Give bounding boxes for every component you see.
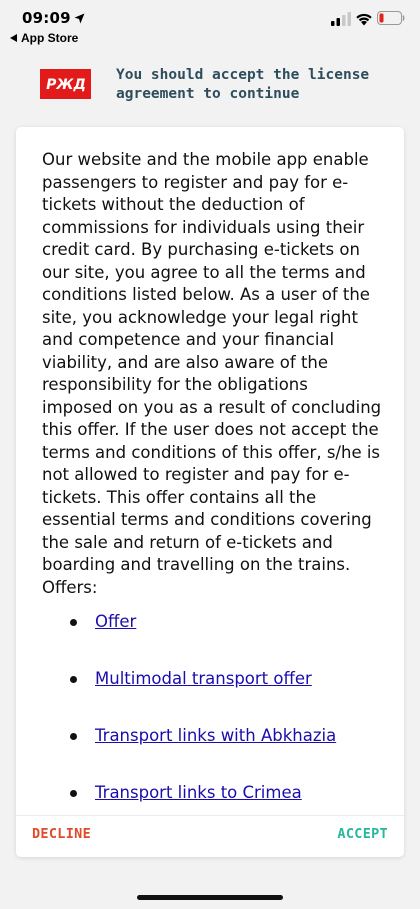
offer-list-item: Transport links to Crimea — [42, 782, 382, 815]
crimea-offer-link[interactable]: Transport links to Crimea — [95, 783, 302, 802]
offer-list-item: Offer — [42, 611, 382, 668]
decline-button[interactable]: DECLINE — [32, 826, 91, 842]
back-triangle-icon — [10, 34, 17, 42]
license-agreement-card: Our website and the mobile app enable pa… — [16, 127, 404, 857]
back-app-label: App Store — [21, 31, 79, 45]
home-indicator[interactable] — [137, 895, 283, 900]
rzd-logo: РЖД — [40, 69, 91, 99]
dialog-footer: DECLINE ACCEPT — [16, 815, 404, 857]
back-to-app-store[interactable]: App Store — [10, 31, 78, 45]
location-arrow-icon — [74, 13, 85, 24]
bullet-icon — [70, 619, 77, 626]
status-bar: 09:09 App Store — [0, 0, 420, 50]
page-title: You should accept the license agreement … — [116, 67, 370, 102]
offer-link[interactable]: Offer — [95, 612, 136, 631]
abkhazia-offer-link[interactable]: Transport links with Abkhazia — [95, 726, 336, 745]
bullet-icon — [70, 733, 77, 740]
offer-list-item: Multimodal transport offer — [42, 668, 382, 725]
bullet-icon — [70, 790, 77, 797]
wifi-icon — [356, 13, 372, 26]
offers-list: Offer Multimodal transport offer Transpo… — [42, 611, 382, 815]
cellular-signal-icon — [331, 12, 351, 26]
offer-list-item: Transport links with Abkhazia — [42, 725, 382, 782]
multimodal-offer-link[interactable]: Multimodal transport offer — [95, 669, 312, 688]
svg-text:РЖД: РЖД — [46, 77, 86, 93]
status-time: 09:09 — [22, 9, 71, 27]
bullet-icon — [70, 676, 77, 683]
battery-icon — [377, 11, 405, 25]
offers-label: Offers: — [42, 577, 98, 597]
rzd-logo-icon: РЖД — [46, 77, 86, 93]
agreement-scroll-area[interactable]: Our website and the mobile app enable pa… — [42, 149, 382, 815]
accept-button[interactable]: ACCEPT — [337, 826, 388, 842]
agreement-body-text: Our website and the mobile app enable pa… — [42, 150, 382, 574]
